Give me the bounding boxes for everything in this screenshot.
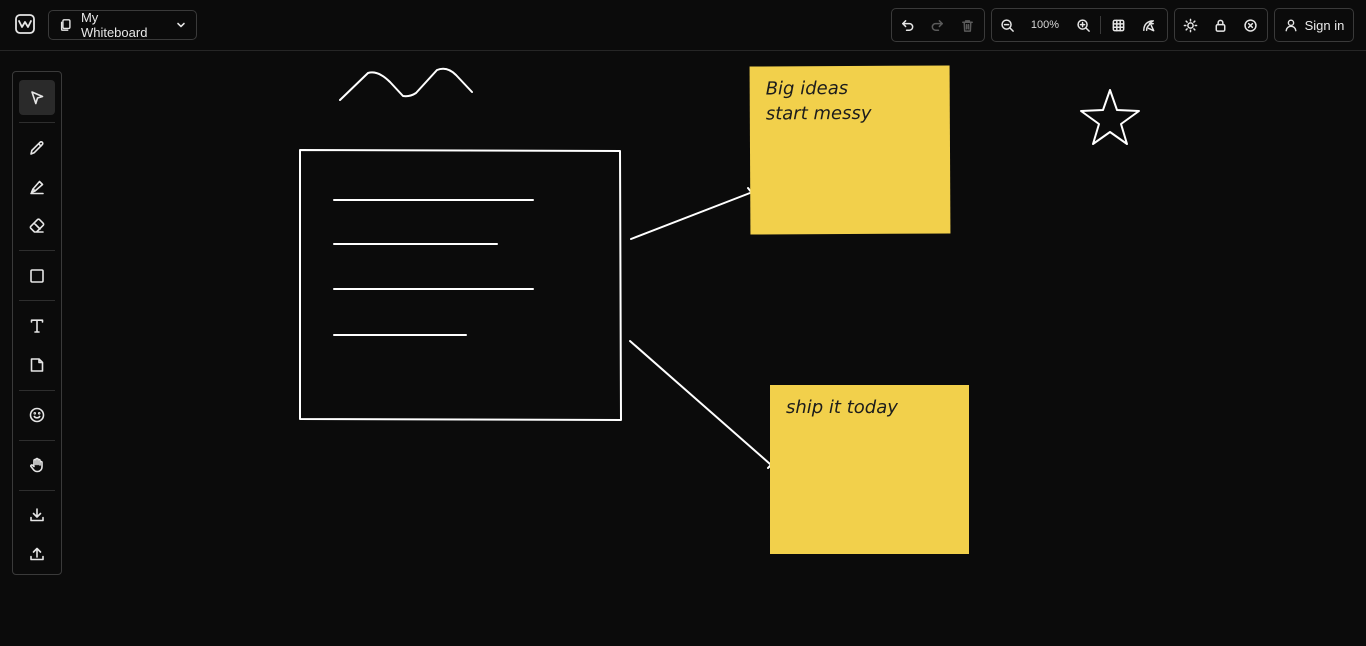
redo-icon xyxy=(931,19,943,31)
top-bar: My Whiteboard 100% Sign in xyxy=(0,0,1366,51)
history-controls xyxy=(891,8,985,42)
board-selector[interactable]: My Whiteboard xyxy=(48,10,197,40)
zoom-in-button[interactable] xyxy=(1068,9,1098,41)
zoom-in-icon xyxy=(1076,18,1090,32)
zoom-level[interactable]: 100% xyxy=(1022,19,1068,31)
close-circle-icon xyxy=(1243,18,1257,32)
app-logo-icon[interactable] xyxy=(14,13,36,35)
clear-canvas-button[interactable] xyxy=(1235,9,1265,41)
zoom-out-icon xyxy=(1000,18,1014,32)
sticky-note[interactable]: ship it today xyxy=(770,385,969,554)
divider xyxy=(1100,16,1101,34)
board-name: My Whiteboard xyxy=(80,10,148,40)
connector-arrow-bottom[interactable] xyxy=(629,340,772,469)
sign-in-label: Sign in xyxy=(1304,17,1345,33)
grid-toggle-button[interactable] xyxy=(1103,9,1133,41)
board-pages-icon xyxy=(60,19,71,31)
star-shape[interactable] xyxy=(1080,89,1140,145)
connector-arrow-top[interactable] xyxy=(630,187,753,240)
user-icon xyxy=(1285,19,1297,32)
sticky-note[interactable]: Big ideas start messy xyxy=(749,65,951,235)
whiteboard-canvas[interactable] xyxy=(0,51,1366,646)
magic-wand-icon xyxy=(1142,19,1154,31)
magic-button[interactable] xyxy=(1133,9,1163,41)
chevron-down-icon xyxy=(177,22,185,28)
freehand-squiggle[interactable] xyxy=(339,67,473,101)
trash-icon xyxy=(961,19,973,32)
undo-button[interactable] xyxy=(892,9,922,41)
sign-in-button[interactable]: Sign in xyxy=(1274,8,1354,42)
lock-button[interactable] xyxy=(1205,9,1235,41)
theme-toggle-button[interactable] xyxy=(1175,9,1205,41)
lock-icon xyxy=(1215,19,1225,32)
sun-icon xyxy=(1183,18,1197,32)
settings-controls xyxy=(1174,8,1268,42)
undo-icon xyxy=(901,19,913,31)
zoom-controls: 100% xyxy=(991,8,1168,42)
grid-icon xyxy=(1112,19,1124,31)
delete-button[interactable] xyxy=(952,9,982,41)
drawn-rectangle[interactable] xyxy=(299,149,622,421)
redo-button[interactable] xyxy=(922,9,952,41)
zoom-out-button[interactable] xyxy=(992,9,1022,41)
